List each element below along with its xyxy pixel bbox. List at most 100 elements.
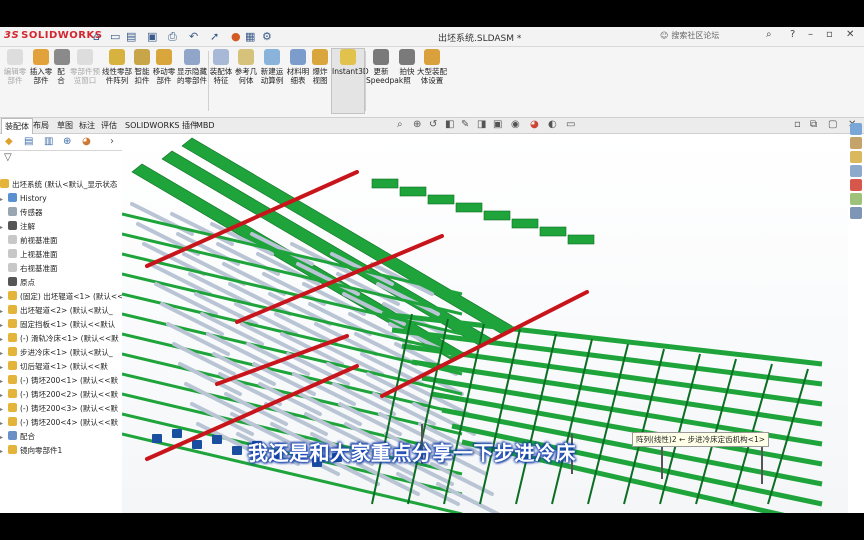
- custom-properties-icon[interactable]: [850, 193, 862, 205]
- display-style-icon[interactable]: ▣: [493, 119, 502, 130]
- dimxpert-icon[interactable]: ⊕: [63, 136, 71, 147]
- assembly-features-button[interactable]: 装配体 特征: [209, 49, 233, 85]
- tab-solidworks-addins[interactable]: SOLIDWORKS 插件: [122, 118, 201, 133]
- tree-item[interactable]: ▸ (-) 铸坯200<3> (默认<<默: [0, 402, 118, 415]
- tree-root[interactable]: 出坯系统 (默认<默认_显示状态: [0, 178, 117, 191]
- minimize-icon[interactable]: –: [808, 29, 813, 40]
- show-hidden-button[interactable]: 显示隐藏 的零部件: [176, 49, 208, 85]
- new-motion-study-button[interactable]: 新建运 动算例: [259, 49, 285, 85]
- forum-icon[interactable]: [850, 207, 862, 219]
- exploded-view-button[interactable]: 爆炸 视图: [310, 49, 330, 85]
- select-icon[interactable]: ➚: [210, 29, 219, 44]
- home-icon[interactable]: ⌂: [93, 29, 100, 44]
- expand-arrow-icon[interactable]: ▸: [0, 431, 8, 444]
- expand-arrow-icon[interactable]: ▸: [0, 347, 8, 360]
- expand-arrow-icon[interactable]: ▸: [0, 445, 8, 458]
- snapshot-button[interactable]: 拍快照: [398, 49, 416, 85]
- tree-item[interactable]: ▸ 出坯辊道<2> (默认<默认_: [0, 304, 113, 317]
- options-gear-icon[interactable]: ⚙: [262, 29, 272, 44]
- tree-item[interactable]: ▸ 步进冷床<1> (默认<默认_: [0, 346, 113, 359]
- move-component-button[interactable]: 移动零 部件: [152, 49, 176, 85]
- expand-arrow-icon[interactable]: ▸: [0, 333, 8, 346]
- configuration-manager-icon[interactable]: ▥: [44, 136, 53, 147]
- large-assembly-settings-button[interactable]: 大型装配 体设置: [417, 49, 447, 85]
- feature-manager-icon[interactable]: ◆: [5, 136, 13, 147]
- expand-arrow-icon[interactable]: ▸: [0, 403, 8, 416]
- new-document-icon[interactable]: ▭: [110, 29, 120, 44]
- previous-view-icon[interactable]: ↺: [429, 119, 437, 130]
- expand-arrow-icon[interactable]: ▸: [0, 389, 8, 402]
- expand-arrow-icon[interactable]: ▸: [0, 417, 8, 430]
- traffic-light-icon[interactable]: ●: [231, 29, 241, 44]
- tree-item[interactable]: ▸ (-) 铸坯200<2> (默认<<默: [0, 388, 118, 401]
- tree-item[interactable]: ▸ 固定挡板<1> (默认<<默认: [0, 318, 115, 331]
- solidworks-resources-icon[interactable]: [850, 123, 862, 135]
- tree-item[interactable]: ▸ (-) 铸坯200<1> (默认<<默: [0, 374, 118, 387]
- tree-item[interactable]: ▸ 镜向零部件1: [0, 444, 62, 457]
- restore-icon[interactable]: ▫: [826, 29, 833, 40]
- close-icon[interactable]: ✕: [846, 29, 854, 40]
- tree-item[interactable]: 前视基准面: [0, 234, 58, 247]
- tree-item[interactable]: 原点: [0, 276, 35, 289]
- help-icon[interactable]: ?: [790, 29, 795, 40]
- tree-item[interactable]: ▸ (固定) 出坯辊道<1> (默认<<: [0, 290, 123, 303]
- expand-arrow-icon[interactable]: ▸: [0, 305, 8, 318]
- tree-item[interactable]: 传感器: [0, 206, 43, 219]
- dynamic-annotation-icon[interactable]: ✎: [461, 119, 469, 130]
- expand-arrow-icon[interactable]: ▸: [0, 375, 8, 388]
- chevron-right-icon[interactable]: ›: [110, 136, 114, 147]
- print-icon[interactable]: ⎙: [168, 29, 177, 44]
- instant3d-button[interactable]: Instant3D: [331, 48, 369, 114]
- filter-icon[interactable]: ▽: [4, 152, 12, 163]
- rebuild-icon[interactable]: ▦: [245, 29, 255, 44]
- mate-button[interactable]: 配合: [54, 49, 70, 85]
- view-palette-icon[interactable]: [850, 165, 862, 177]
- view-orientation-icon[interactable]: ◨: [477, 119, 486, 130]
- linear-pattern-button[interactable]: 线性零部 件阵列: [102, 49, 132, 85]
- expand-arrow-icon[interactable]: ▸: [0, 291, 8, 304]
- undo-icon[interactable]: ↶: [189, 29, 198, 44]
- update-speedpak-button[interactable]: 更新 Speedpak: [366, 49, 403, 85]
- viewport-minimize-icon[interactable]: ▫: [794, 119, 801, 130]
- apply-scene-icon[interactable]: ◐: [548, 119, 557, 130]
- file-explorer-icon[interactable]: [850, 151, 862, 163]
- property-manager-icon[interactable]: ▤: [24, 136, 33, 147]
- zoom-area-icon[interactable]: ⊕: [413, 119, 421, 130]
- edit-appearance-icon[interactable]: ◕: [530, 119, 539, 130]
- zoom-to-fit-icon[interactable]: ⌕: [397, 119, 403, 130]
- tree-item[interactable]: ▸ (-) 铸坯200<4> (默认<<默: [0, 416, 118, 429]
- tree-item[interactable]: ▸ 切后辊道<1> (默认<<默: [0, 360, 108, 373]
- tab-layout[interactable]: 布局: [30, 118, 52, 133]
- smart-fasteners-button[interactable]: 智能 扣件: [132, 49, 152, 85]
- expand-arrow-icon[interactable]: ▸: [0, 319, 8, 332]
- tree-item[interactable]: 右视基准面: [0, 262, 58, 275]
- save-icon[interactable]: ▣: [147, 29, 157, 44]
- expand-arrow-icon[interactable]: ▸: [0, 361, 8, 374]
- hide-show-items-icon[interactable]: ◉: [511, 119, 520, 130]
- viewport-maximize-icon[interactable]: ▢: [828, 119, 837, 130]
- tab-mbd[interactable]: MBD: [193, 118, 218, 133]
- bom-button[interactable]: 材料明 细表: [286, 49, 310, 85]
- tab-sketch[interactable]: 草图: [54, 118, 76, 133]
- tree-item[interactable]: 上视基准面: [0, 248, 58, 261]
- reference-geometry-button[interactable]: 参考几 何体: [234, 49, 258, 85]
- tab-markup[interactable]: 标注: [76, 118, 98, 133]
- display-manager-icon[interactable]: ◕: [82, 136, 91, 147]
- appearances-icon[interactable]: [850, 179, 862, 191]
- viewport-restore-icon[interactable]: ⧉: [810, 119, 817, 130]
- expand-arrow-icon[interactable]: ▸: [0, 221, 8, 234]
- tree-item[interactable]: ▸ 配合: [0, 430, 35, 443]
- tab-assembly[interactable]: 装配体: [1, 118, 33, 134]
- expand-arrow-icon[interactable]: ▸: [0, 193, 8, 206]
- tab-evaluate[interactable]: 评估: [98, 118, 120, 133]
- search-input[interactable]: ☺ 搜索社区论坛: [660, 29, 778, 43]
- component-preview-button[interactable]: 零部件预 览窗口: [69, 49, 101, 85]
- tree-item[interactable]: ▸ 注解: [0, 220, 35, 233]
- tree-item[interactable]: ▸ (-) 滑轨冷床<1> (默认<<默: [0, 332, 119, 345]
- edit-component-button[interactable]: 编辑零 部件: [2, 49, 28, 85]
- search-icon[interactable]: ⌕: [766, 29, 772, 40]
- open-icon[interactable]: ▤: [126, 29, 136, 44]
- section-view-icon[interactable]: ◧: [445, 119, 454, 130]
- insert-component-button[interactable]: 插入零 部件: [28, 49, 54, 85]
- design-library-icon[interactable]: [850, 137, 862, 149]
